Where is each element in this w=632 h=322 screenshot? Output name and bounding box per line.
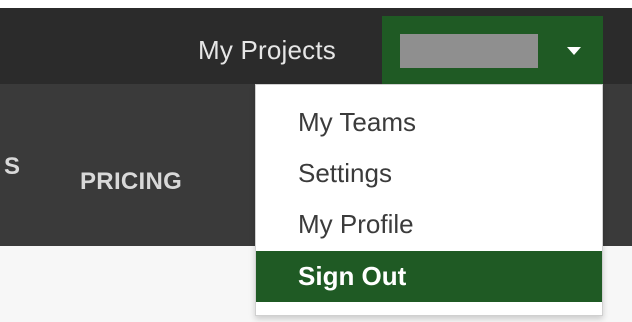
- menu-item-settings[interactable]: Settings: [256, 148, 602, 198]
- subnav-item-partial[interactable]: S: [0, 153, 20, 183]
- menu-item-my-teams[interactable]: My Teams: [256, 97, 602, 147]
- menu-item-sign-out[interactable]: Sign Out: [256, 251, 602, 302]
- user-menu-toggle[interactable]: [382, 16, 603, 92]
- user-dropdown-menu: My Teams Settings My Profile Sign Out: [255, 84, 603, 316]
- caret-down-icon: [567, 47, 581, 55]
- top-navbar: My Projects: [0, 0, 632, 92]
- my-projects-link[interactable]: My Projects: [198, 16, 336, 84]
- username-redacted: [400, 34, 538, 68]
- menu-item-my-profile[interactable]: My Profile: [256, 199, 602, 249]
- subnav-item-pricing[interactable]: PRICING: [80, 168, 182, 198]
